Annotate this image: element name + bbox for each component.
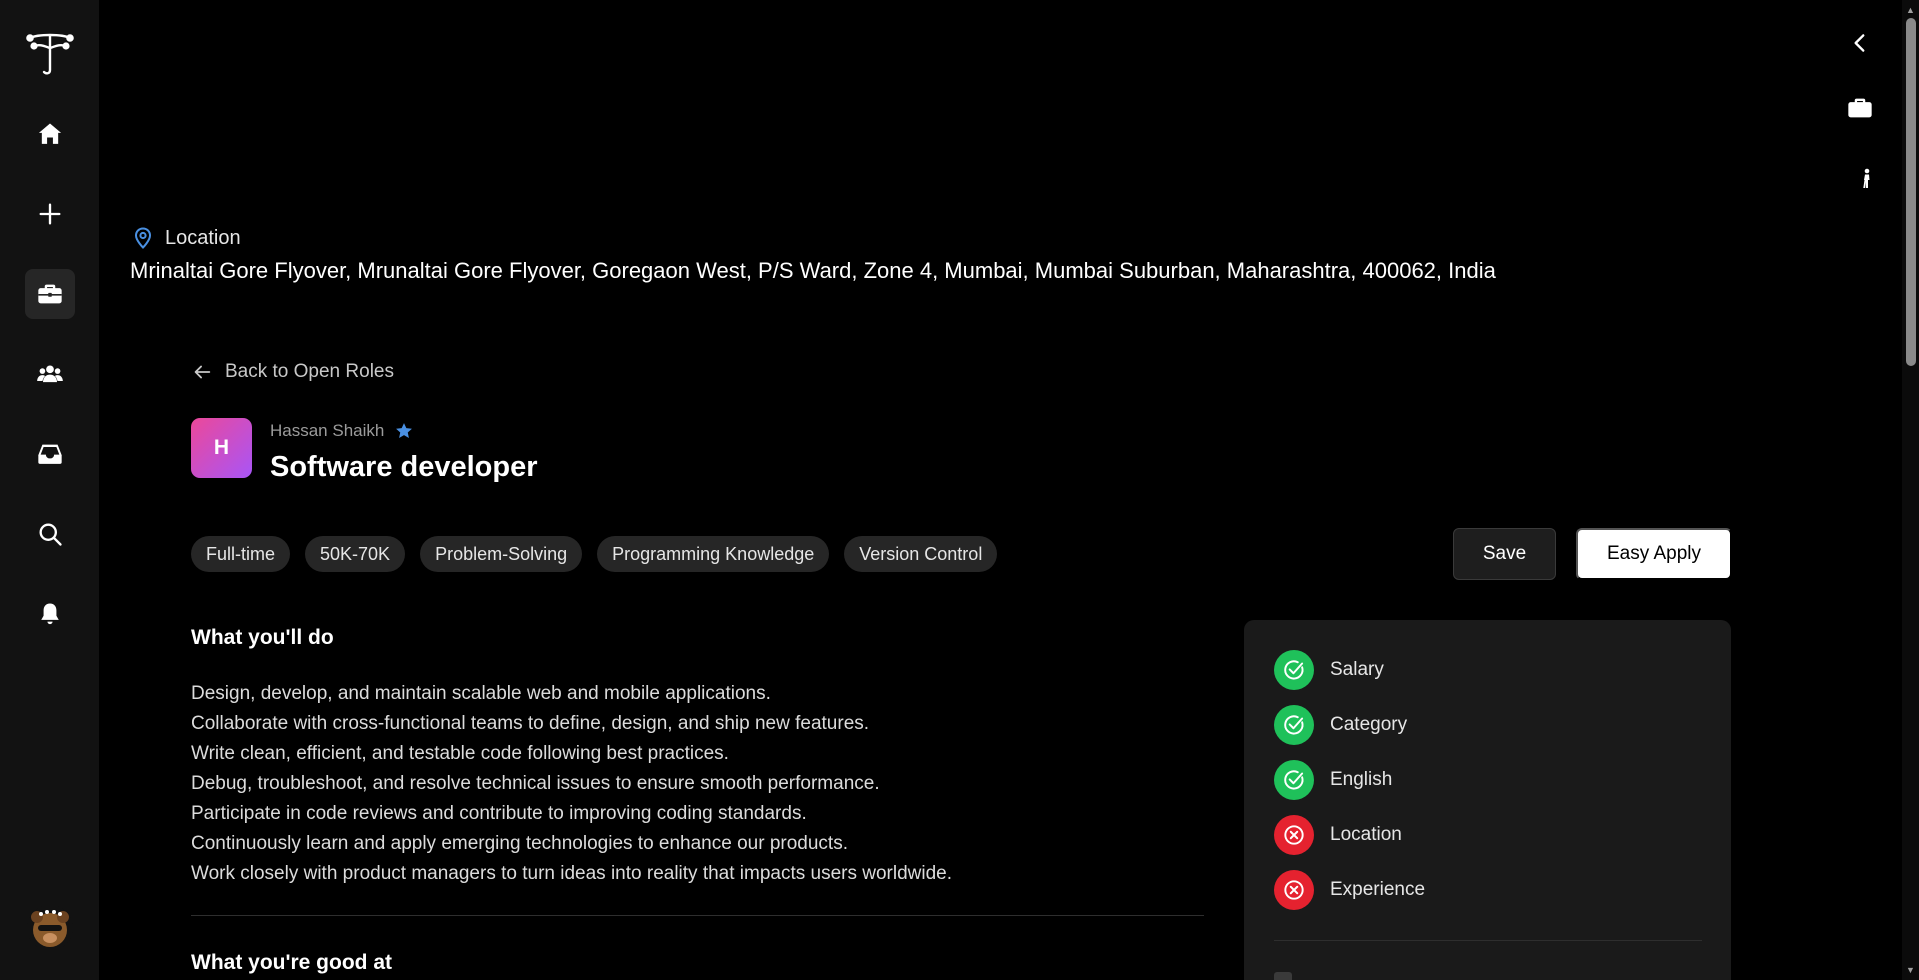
user-avatar[interactable]: [27, 905, 73, 951]
tag-skill: Programming Knowledge: [597, 536, 830, 572]
company-initial: H: [213, 436, 230, 459]
panel-option-row[interactable]: [1274, 972, 1292, 980]
criterion-label: Experience: [1330, 879, 1426, 900]
x-circle-icon: [1274, 870, 1314, 910]
match-criteria-panel: Salary Category English Location Experie…: [1244, 620, 1731, 980]
scroll-up-arrow[interactable]: ▲: [1902, 2, 1919, 18]
job-tags: Full-time 50K-70K Problem-Solving Progra…: [191, 536, 998, 572]
page-scrollbar[interactable]: ▲ ▼: [1902, 0, 1919, 980]
map-pin-icon: [134, 227, 152, 249]
sidebar-item-create[interactable]: [25, 189, 75, 239]
what-youre-good-at-heading: What you're good at: [191, 951, 392, 974]
section-divider: [191, 915, 1204, 916]
sidebar-item-inbox[interactable]: [25, 429, 75, 479]
job-title: Software developer: [270, 451, 538, 483]
easy-apply-button[interactable]: Easy Apply: [1576, 528, 1732, 580]
check-circle-icon: [1274, 705, 1314, 745]
list-item: Continuously learn and apply emerging te…: [191, 833, 848, 854]
criteria-list: Salary Category English Location Experie…: [1274, 650, 1425, 925]
criterion-salary: Salary: [1274, 650, 1425, 690]
what-youll-do-heading: What you'll do: [191, 626, 334, 649]
people-icon: [37, 365, 63, 383]
sidebar-item-home[interactable]: [25, 109, 75, 159]
company-logo: H: [191, 418, 252, 478]
criterion-experience: Experience: [1274, 870, 1425, 910]
location-header: Location: [131, 226, 241, 250]
tag-salary-range: 50K-70K: [305, 536, 406, 572]
back-link-label: Back to Open Roles: [225, 361, 394, 382]
search-icon: [39, 523, 62, 546]
back-to-open-roles-link[interactable]: Back to Open Roles: [191, 361, 394, 383]
plus-icon: [39, 203, 61, 225]
criterion-category: Category: [1274, 705, 1425, 745]
criterion-label: Category: [1330, 714, 1408, 735]
sidebar-item-notifications[interactable]: [25, 589, 75, 639]
briefcase-icon: [1848, 98, 1872, 118]
criterion-label: Location: [1330, 824, 1402, 845]
poster-info: Hassan Shaikh: [270, 421, 414, 441]
duties-list: Design, develop, and maintain scalable w…: [191, 679, 952, 889]
check-circle-icon: [1274, 760, 1314, 800]
sidebar-item-search[interactable]: [25, 509, 75, 559]
panel-divider: [1274, 940, 1702, 941]
tag-skill: Version Control: [844, 536, 998, 572]
inbox-icon: [38, 444, 62, 464]
list-item: Collaborate with cross-functional teams …: [191, 713, 870, 734]
poster-name[interactable]: Hassan Shaikh: [270, 421, 384, 441]
collapse-panel-button[interactable]: [1844, 27, 1876, 59]
criterion-label: Salary: [1330, 659, 1384, 680]
criterion-label: English: [1330, 769, 1393, 790]
check-circle-icon: [1274, 650, 1314, 690]
list-item: Debug, troubleshoot, and resolve technic…: [191, 773, 880, 794]
location-address: Mrinaltai Gore Flyover, Mrunaltai Gore F…: [130, 258, 1496, 283]
tag-employment-type: Full-time: [191, 536, 291, 572]
briefcase-icon: [38, 284, 62, 304]
tag-skill: Problem-Solving: [420, 536, 583, 572]
save-button[interactable]: Save: [1453, 528, 1556, 580]
x-circle-icon: [1274, 815, 1314, 855]
criterion-english: English: [1274, 760, 1425, 800]
rail-jobs-button[interactable]: [1844, 92, 1876, 124]
location-label: Location: [165, 226, 241, 249]
list-item: Write clean, efficient, and testable cod…: [191, 743, 729, 764]
tree-logo-icon[interactable]: [24, 28, 76, 78]
bell-icon: [41, 603, 59, 625]
verified-star-icon: [396, 423, 413, 438]
sidebar-item-community[interactable]: [25, 349, 75, 399]
criterion-location: Location: [1274, 815, 1425, 855]
left-sidebar: [0, 0, 99, 980]
rail-activity-button[interactable]: [1851, 163, 1883, 195]
scroll-thumb[interactable]: [1906, 18, 1916, 366]
scroll-down-arrow[interactable]: ▼: [1902, 962, 1919, 978]
checkbox[interactable]: [1274, 972, 1292, 980]
sidebar-item-jobs[interactable]: [25, 269, 75, 319]
list-item: Design, develop, and maintain scalable w…: [191, 683, 771, 704]
list-item: Participate in code reviews and contribu…: [191, 803, 807, 824]
home-icon: [38, 123, 62, 144]
arrow-left-icon: [194, 365, 211, 379]
chevron-left-icon: [1854, 34, 1865, 52]
list-item: Work closely with product managers to tu…: [191, 863, 953, 884]
person-walking-icon: [1863, 168, 1870, 188]
